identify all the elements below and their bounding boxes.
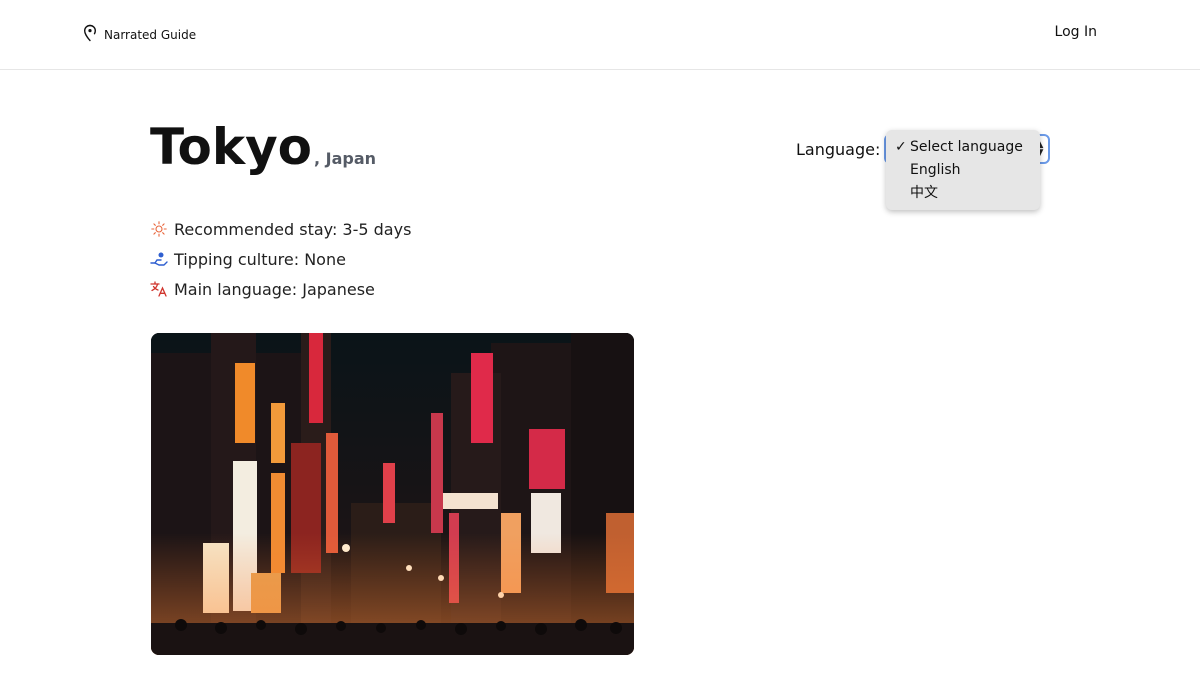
language-option-select[interactable]: ✓ Select language: [886, 136, 1040, 159]
checkmark-icon: ✓: [895, 139, 907, 155]
country-name: , Japan: [314, 149, 377, 168]
fact-text: Recommended stay: 3-5 days: [174, 219, 412, 239]
fact-text: Tipping culture: None: [174, 249, 346, 269]
language-option-chinese[interactable]: 中文: [886, 182, 1040, 205]
top-nav: Narrated Guide Log In: [0, 0, 1200, 70]
sun-icon: [150, 220, 168, 238]
destination-photo: [151, 333, 634, 655]
language-dropdown[interactable]: ✓ Select language English 中文: [886, 130, 1040, 210]
translate-icon: [150, 280, 168, 298]
language-option-english[interactable]: English: [886, 159, 1040, 182]
location-pin-icon: [82, 24, 98, 45]
city-name: Tokyo: [150, 118, 313, 176]
tip-hand-icon: [150, 250, 168, 268]
destination-title: Tokyo , Japan: [150, 118, 376, 176]
fact-tipping-culture: Tipping culture: None: [150, 244, 411, 274]
destination-facts: Recommended stay: 3-5 days Tipping cultu…: [150, 214, 411, 304]
language-label: Language:: [796, 140, 881, 159]
brand-logo[interactable]: Narrated Guide: [82, 24, 196, 45]
fact-recommended-stay: Recommended stay: 3-5 days: [150, 214, 411, 244]
brand-name: Narrated Guide: [104, 27, 197, 42]
fact-main-language: Main language: Japanese: [150, 274, 411, 304]
fact-text: Main language: Japanese: [174, 279, 375, 299]
login-link[interactable]: Log In: [1055, 24, 1097, 40]
